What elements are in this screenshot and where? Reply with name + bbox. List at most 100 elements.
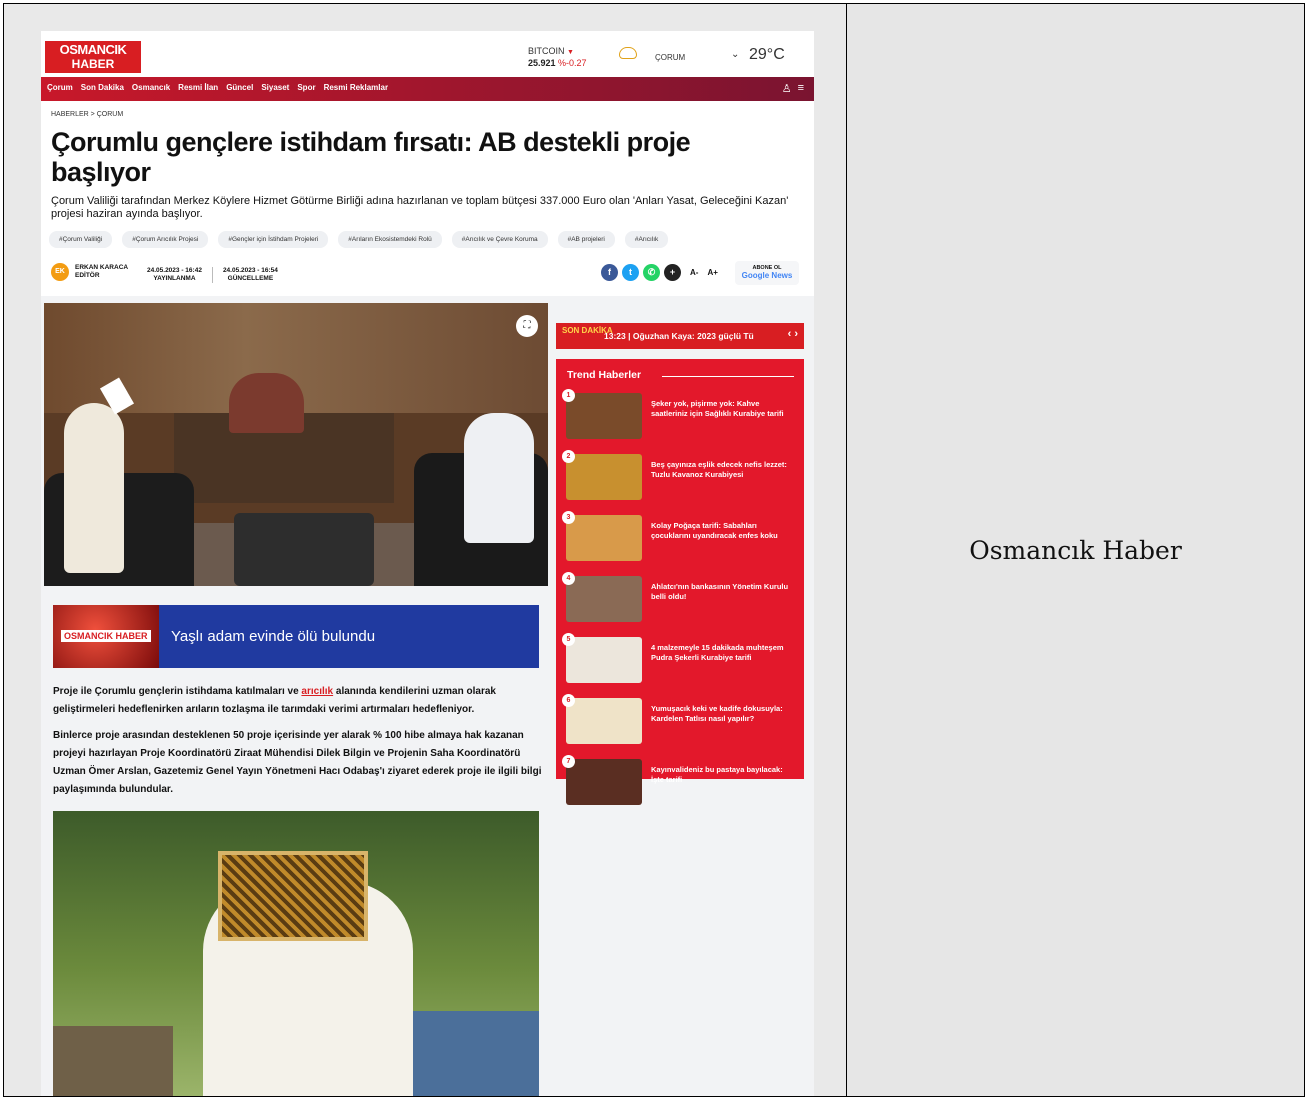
trend-item[interactable]: 7 Kayınvalideniz bu pastaya bayılacak: İş… (562, 755, 798, 809)
trend-number-badge: 5 (562, 633, 575, 646)
news-page: OSMANCIK HABER BITCOIN ▼ 25.921 %-0.27 Ç… (41, 31, 814, 1096)
nav-tools: ♙ ≡ (782, 82, 804, 95)
chevron-left-icon[interactable]: ‹ (788, 328, 792, 340)
trend-item[interactable]: 4 Ahlatcı'nın bankasının Yönetim Kurulu b… (562, 572, 798, 626)
trend-news-panel: Trend Haberler 1 Şeker yok, pişirme yok: … (556, 359, 804, 805)
published-date: 24.05.2023 - 16:42 YAYINLANMA (147, 267, 202, 283)
tag-chip[interactable]: #Çorum Valiliği (49, 231, 113, 248)
breaking-text[interactable]: 13:23 | Oğuzhan Kaya: 2023 güçlü Tü (604, 331, 764, 341)
nav-item[interactable]: Spor (297, 83, 315, 92)
trend-title: Trend Haberler (567, 369, 642, 381)
trend-thumbnail (566, 637, 642, 683)
paragraph-1: Proje ile Çorumlu gençlerin istihdama ka… (53, 683, 543, 719)
trend-number-badge: 2 (562, 450, 575, 463)
tag-list: #Çorum Valiliği #Çorum Arıcılık Projesi #G… (49, 231, 669, 248)
banner-logo: OSMANCIK HABER (61, 630, 151, 642)
date-divider (211, 267, 213, 283)
twitter-icon[interactable]: t (622, 264, 639, 281)
updated-value: 24.05.2023 - 16:54 (222, 267, 278, 274)
nav-item[interactable]: Çorum (47, 83, 73, 92)
p1-text-start: Proje ile Çorumlu gençlerin istihdama ka… (53, 686, 302, 697)
font-increase-button[interactable]: A+ (707, 268, 717, 277)
trend-headline: Ahlatcı'nın bankasının Yönetim Kurulu be… (651, 582, 789, 601)
aricilik-link[interactable]: arıcılık (301, 686, 333, 697)
chevron-right-icon[interactable]: › (794, 328, 798, 340)
whatsapp-icon[interactable]: ✆ (643, 264, 660, 281)
photo-honeycomb (218, 851, 368, 941)
trend-item[interactable]: 6 Yumuşacık keki ve kadife dokusuyla: Kar… (562, 694, 798, 748)
trend-item[interactable]: 1 Şeker yok, pişirme yok: Kahve saatlerin… (562, 389, 798, 443)
nav-item[interactable]: Güncel (226, 83, 253, 92)
related-news-banner[interactable]: OSMANCIK HABER Yaşlı adam evinde ölü bul… (53, 605, 539, 668)
trend-thumbnail (566, 515, 642, 561)
tag-chip[interactable]: #AB projeleri (557, 231, 615, 248)
nav-item[interactable]: Resmi Reklamlar (324, 83, 388, 92)
article-header: HABERLER > ÇORUM Çorumlu gençlere istihd… (41, 101, 814, 296)
updated-date: 24.05.2023 - 16:54 GÜNCELLEME (223, 267, 278, 283)
banner-thumbnail: OSMANCIK HABER (53, 605, 159, 668)
logo-line1: OSMANCIK (59, 42, 127, 57)
facebook-icon[interactable]: f (601, 264, 618, 281)
trend-number-badge: 6 (562, 694, 575, 707)
tag-chip[interactable]: #Arıların Ekosistemdeki Rolü (338, 231, 442, 248)
trend-thumbnail (566, 576, 642, 622)
weather-temp: 29°C (749, 46, 785, 63)
bitcoin-ticker[interactable]: BITCOIN ▼ 25.921 %-0.27 (528, 46, 587, 69)
google-news-button[interactable]: ABONE OL Google News (735, 261, 799, 285)
trend-item[interactable]: 5 4 malzemeyle 15 dakikada muhteşem Pudra… (562, 633, 798, 687)
nav-item[interactable]: Siyaset (261, 83, 289, 92)
logo-line2: HABER (71, 57, 115, 71)
caption-cell: Osmancık Haber (847, 4, 1304, 1096)
beekeeper-photo (53, 811, 539, 1096)
expand-icon[interactable]: ⛶ (516, 315, 538, 337)
weather-city[interactable]: ÇORUM (655, 53, 685, 62)
tag-chip[interactable]: #Çorum Arıcılık Projesi (122, 231, 209, 248)
breadcrumb[interactable]: HABERLER > ÇORUM (51, 111, 123, 118)
trend-headline: Beş çayınıza eşlik edecek nefis lezzet: … (651, 460, 787, 479)
trend-headline: Yumuşacık keki ve kadife dokusuyla: Kard… (651, 704, 783, 723)
trend-item[interactable]: 3 Kolay Poğaça tarifi: Sabahları çocuklar… (562, 511, 798, 565)
ticker-change: %-0.27 (558, 58, 587, 68)
article-title: Çorumlu gençlere istihdam fırsatı: AB de… (51, 127, 691, 187)
trend-number-badge: 1 (562, 389, 575, 402)
font-decrease-button[interactable]: A- (690, 268, 698, 277)
nav-item[interactable]: Osmancık (132, 83, 170, 92)
author-info: ERKAN KARACA EDİTÖR (75, 264, 128, 280)
nav-item[interactable]: Resmi İlan (178, 83, 218, 92)
article-dates: 24.05.2023 - 16:42 YAYINLANMA 24.05.2023… (147, 267, 278, 283)
share-bar: f t ✆ + A- A+ (601, 264, 718, 281)
article-body: Proje ile Çorumlu gençlerin istihdama ka… (53, 683, 543, 807)
menu-icon[interactable]: ≡ (798, 82, 804, 95)
trend-title-rule (662, 376, 794, 377)
trend-thumbnail (566, 698, 642, 744)
chevron-down-icon[interactable]: ⌄ (731, 49, 739, 60)
user-icon[interactable]: ♙ (782, 82, 792, 95)
trend-item[interactable]: 2 Beş çayınıza eşlik edecek nefis lezzet:… (562, 450, 798, 504)
paragraph-2: Binlerce proje arasından desteklenen 50 … (53, 730, 542, 795)
breaking-news-bar[interactable]: SON DAKİKA 13:23 | Oğuzhan Kaya: 2023 gü… (556, 323, 804, 349)
ticker-name: BITCOIN (528, 46, 565, 56)
photo-hive-left (53, 1026, 173, 1096)
ticker-value: 25.921 (528, 58, 556, 68)
trend-headline: Kayınvalideniz bu pastaya bayılacak: İşt… (651, 765, 783, 784)
nav-items: Çorum Son Dakika Osmancık Resmi İlan Güncel S… (47, 83, 388, 92)
nav-item[interactable]: Son Dakika (81, 83, 124, 92)
tag-chip[interactable]: #Arıcılık ve Çevre Koruma (451, 231, 548, 248)
trend-headline: Kolay Poğaça tarifi: Sabahları çocukları… (651, 521, 778, 540)
photo-person-left (64, 403, 124, 573)
banner-headline: Yaşlı adam evinde ölü bulundu (171, 628, 376, 645)
article-summary: Çorum Valiliği tarafından Merkez Köylere… (51, 195, 789, 220)
trend-thumbnail (566, 454, 642, 500)
tag-chip[interactable]: #Gençler için İstihdam Projeleri (218, 231, 329, 248)
main-nav: Çorum Son Dakika Osmancık Resmi İlan Güncel S… (41, 77, 814, 101)
photo-person-right (464, 413, 534, 543)
trend-number-badge: 3 (562, 511, 575, 524)
updated-label: GÜNCELLEME (227, 275, 274, 282)
plus-icon[interactable]: + (664, 264, 681, 281)
site-logo[interactable]: OSMANCIK HABER (45, 41, 141, 73)
author-name: ERKAN KARACA (75, 264, 129, 271)
author-block[interactable]: EK ERKAN KARACA EDİTÖR (51, 263, 128, 281)
tag-chip[interactable]: #Arıcılık (624, 231, 669, 248)
gnews-label: Google News (741, 271, 793, 280)
site-header: OSMANCIK HABER BITCOIN ▼ 25.921 %-0.27 Ç… (41, 31, 814, 77)
